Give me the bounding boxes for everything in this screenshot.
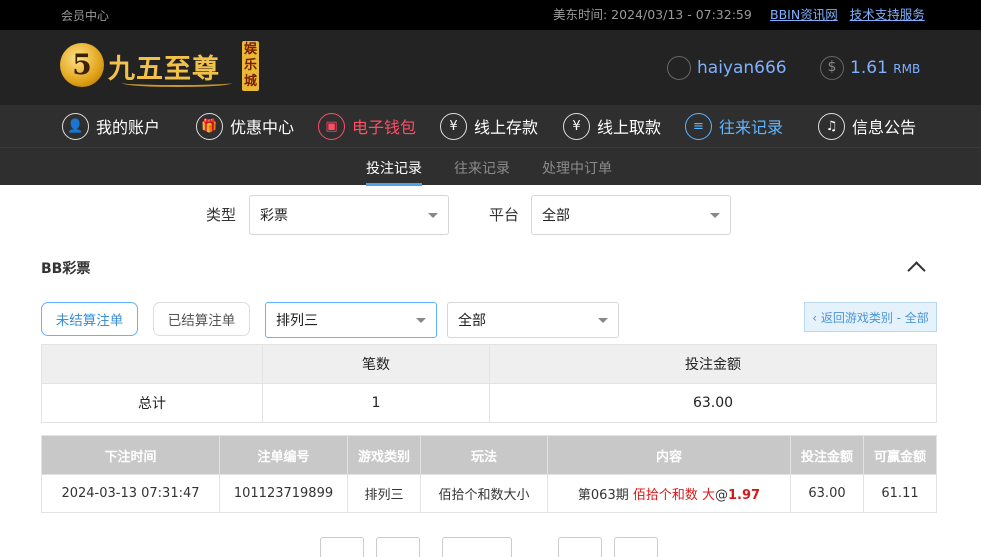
- user-info[interactable]: haiyan666: [667, 56, 787, 80]
- nav-e-wallet[interactable]: ▣ 电子钱包: [318, 112, 416, 140]
- tab-pending-orders[interactable]: 处理中订单: [542, 158, 612, 178]
- type-label: 类型: [206, 206, 237, 224]
- section-header: BB彩票: [0, 245, 981, 300]
- platform-select[interactable]: 全部: [531, 195, 731, 235]
- nav-promotions[interactable]: 🎁 优惠中心: [196, 112, 294, 140]
- summary-header-count: 笔数: [262, 344, 490, 384]
- site-logo[interactable]: 5 九五至尊 娱乐城: [60, 41, 260, 93]
- pager-next-button[interactable]: [558, 537, 602, 557]
- nav-withdraw[interactable]: ¥ 线上取款: [563, 112, 661, 140]
- platform-label: 平台: [489, 206, 520, 224]
- dollar-icon: $: [820, 56, 844, 80]
- collapse-icon[interactable]: [907, 261, 926, 280]
- chevron-down-icon: [598, 318, 608, 323]
- logo-emblem: 5: [60, 43, 104, 87]
- top-links: BBIN资讯网 技术支持服务: [770, 4, 933, 23]
- summary-total-label: 总计: [41, 383, 263, 423]
- summary-amount: 63.00: [489, 383, 937, 423]
- user-icon: [667, 56, 691, 80]
- bet-toolbar: 未结算注单 已结算注单 排列三 全部 ‹ 返回游戏类别 - 全部: [0, 300, 981, 350]
- bbin-news-link[interactable]: BBIN资讯网: [770, 7, 838, 22]
- play-filter-select[interactable]: 全部: [447, 302, 619, 338]
- col-content: 内容: [547, 435, 791, 475]
- bell-icon: ♫: [818, 112, 845, 140]
- unsettled-button[interactable]: 未结算注单: [41, 302, 138, 336]
- currency: RMB: [893, 62, 921, 76]
- nav-my-account[interactable]: 👤 我的账户: [62, 112, 160, 140]
- summary-table: 笔数 投注金额 总计 1 63.00: [41, 344, 937, 423]
- pager-first-button[interactable]: [320, 537, 364, 557]
- col-bet-time: 下注时间: [41, 435, 220, 475]
- main-nav: 👤 我的账户 🎁 优惠中心 ▣ 电子钱包 ¥ 线上存款 ¥ 线上取款 ≡ 往来记录 ♫ 信息公…: [0, 105, 981, 147]
- cell-id: 101123719899: [219, 474, 348, 513]
- balance-value: 1.61: [850, 58, 888, 78]
- table-row: 2024-03-13 07:31:47 101123719899 排列三 佰拾个…: [41, 474, 937, 513]
- tech-support-link[interactable]: 技术支持服务: [850, 7, 925, 22]
- cell-time: 2024-03-13 07:31:47: [41, 474, 220, 513]
- col-win-amount: 可赢金额: [863, 435, 937, 475]
- user-icon: 👤: [62, 112, 89, 140]
- type-select[interactable]: 彩票: [249, 195, 449, 235]
- bet-detail-table: 下注时间 注单编号 游戏类别 玩法 内容 投注金额 可赢金额 2024-03-1…: [41, 435, 937, 513]
- username: haiyan666: [697, 58, 787, 78]
- balance-info: $1.61 RMB: [820, 56, 920, 80]
- header: 5 九五至尊 娱乐城 haiyan666 $1.61 RMB: [0, 30, 981, 105]
- wallet-icon: ▣: [318, 112, 345, 140]
- section-title: BB彩票: [41, 261, 91, 277]
- est-time: 美东时间: 2024/03/13 - 07:32:59: [553, 7, 752, 22]
- settled-button[interactable]: 已结算注单: [153, 302, 250, 336]
- col-bet-amount: 投注金额: [790, 435, 864, 475]
- nav-deposit[interactable]: ¥ 线上存款: [440, 112, 538, 140]
- logo-swirl: [122, 79, 232, 87]
- chevron-down-icon: [710, 213, 720, 218]
- logo-badge: 娱乐城: [242, 41, 259, 91]
- top-bar: 会员中心 美东时间: 2024/03/13 - 07:32:59 BBIN资讯网…: [0, 0, 981, 30]
- tab-transactions[interactable]: 往来记录: [454, 158, 510, 178]
- pager-last-button[interactable]: [614, 537, 658, 557]
- member-center-label: 会员中心: [61, 9, 110, 23]
- records-icon: ≡: [685, 112, 712, 140]
- col-game: 游戏类别: [347, 435, 421, 475]
- cell-bet-amount: 63.00: [790, 474, 864, 513]
- chevron-down-icon: [428, 213, 438, 218]
- nav-announcements[interactable]: ♫ 信息公告: [818, 112, 916, 140]
- gift-icon: 🎁: [196, 112, 223, 140]
- sub-nav: 投注记录 往来记录 处理中订单: [0, 147, 981, 186]
- game-select[interactable]: 排列三: [265, 302, 437, 338]
- filters: 类型 彩票 平台 全部: [0, 185, 981, 245]
- col-bet-id: 注单编号: [219, 435, 348, 475]
- pager-prev-button[interactable]: [376, 537, 420, 557]
- tab-bet-records[interactable]: 投注记录: [366, 158, 422, 178]
- back-to-categories-button[interactable]: ‹ 返回游戏类别 - 全部: [804, 302, 937, 332]
- deposit-icon: ¥: [440, 112, 467, 140]
- pager-page-input[interactable]: [442, 537, 512, 557]
- summary-header-amount: 投注金额: [489, 344, 937, 384]
- summary-count: 1: [262, 383, 490, 423]
- cell-game: 排列三: [347, 474, 421, 513]
- table-row: 总计 1 63.00: [41, 383, 937, 423]
- nav-records[interactable]: ≡ 往来记录: [685, 112, 783, 140]
- cell-content: 第063期 佰拾个和数 大@1.97: [547, 474, 791, 513]
- summary-header-empty: [41, 344, 263, 384]
- cell-play: 佰拾个和数大小: [420, 474, 548, 513]
- col-play: 玩法: [420, 435, 548, 475]
- chevron-down-icon: [416, 318, 426, 323]
- withdraw-icon: ¥: [563, 112, 590, 140]
- cell-win-amount: 61.11: [863, 474, 937, 513]
